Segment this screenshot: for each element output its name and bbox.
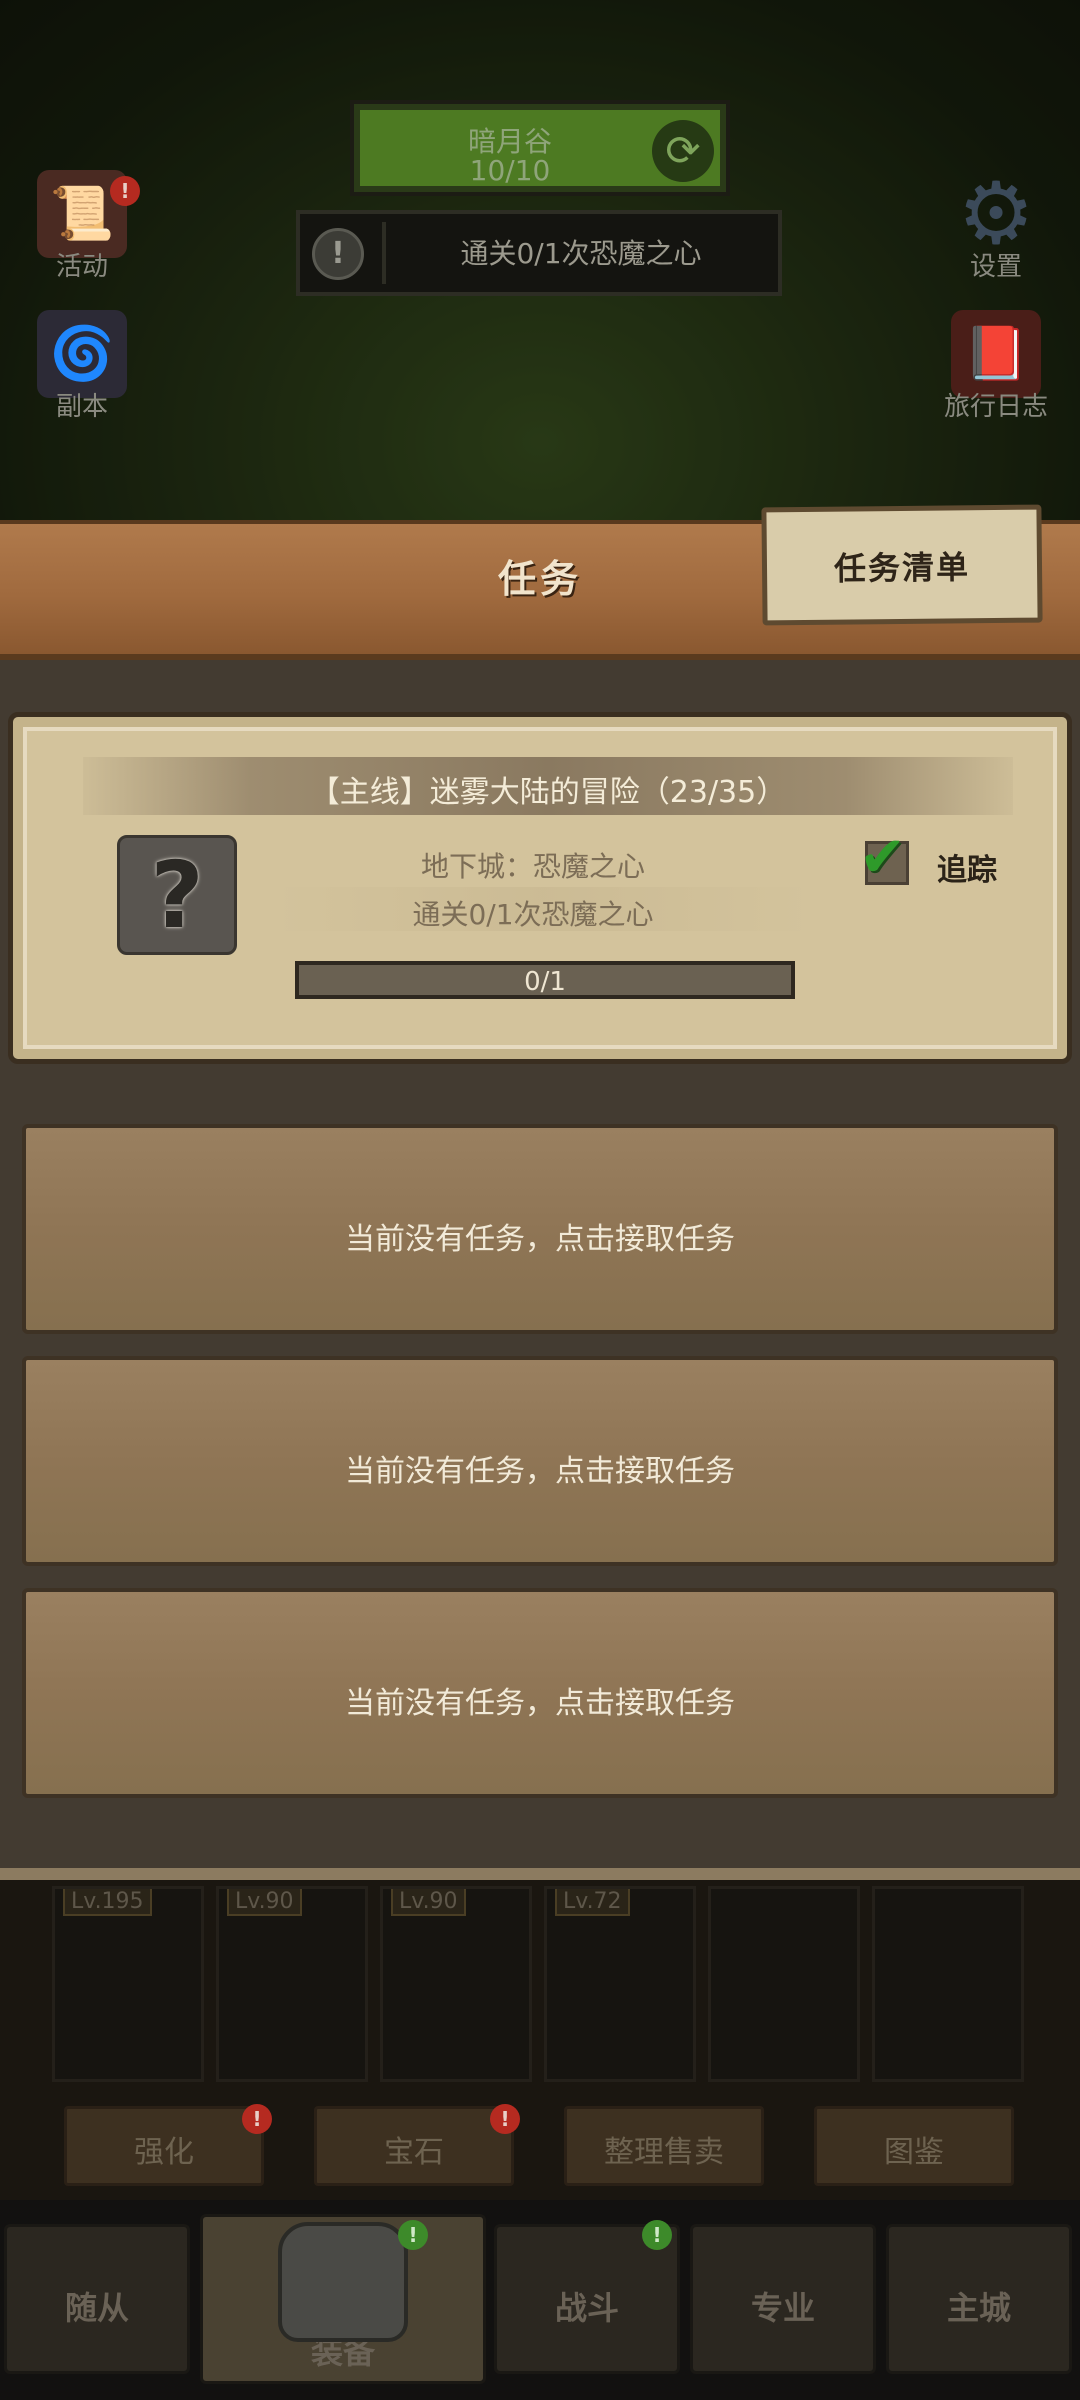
quest-dungeon-name: 地下城：恐魔之心 — [420, 850, 645, 883]
nav-tab-label: 主城 — [946, 2289, 1011, 2327]
equipment-slot[interactable]: Lv.72 — [544, 1886, 696, 2082]
codex-label: 图鉴 — [884, 2135, 944, 2170]
main-quest-title-band: 【主线】迷雾大陆的冒险（23/35） — [83, 757, 1013, 815]
nav-tab-followers[interactable]: 随从 — [4, 2224, 190, 2374]
quest-list-tab-label: 任务清单 — [833, 548, 971, 588]
empty-quest-slot[interactable]: 当前没有任务，点击接取任务 — [22, 1124, 1058, 1334]
equipment-slot[interactable]: Lv.90 — [380, 1886, 532, 2082]
sort-sell-label: 整理售卖 — [604, 2135, 724, 2170]
notification-badge: ! — [398, 2220, 428, 2250]
quest-tracker-text: 通关0/1次恐魔之心 — [460, 237, 702, 270]
enhance-button[interactable]: 强化 — [64, 2106, 264, 2186]
gear-icon: ⚙ — [957, 164, 1035, 264]
nav-tab-label: 随从 — [64, 2289, 129, 2327]
location-count: 10/10 — [469, 154, 551, 187]
notification-badge: ! — [490, 2104, 520, 2134]
armor-icon — [278, 2222, 408, 2342]
divider — [382, 222, 386, 284]
panel-bottom-edge — [0, 1868, 1080, 1880]
gem-label: 宝石 — [384, 2135, 444, 2170]
item-level: Lv.72 — [555, 1889, 630, 1916]
notification-badge: ! — [110, 176, 140, 206]
alert-icon: ! — [312, 228, 364, 280]
question-mark-icon: ? — [117, 835, 237, 955]
item-level: Lv.195 — [63, 1889, 152, 1916]
empty-quest-slot[interactable]: 当前没有任务，点击接取任务 — [22, 1588, 1058, 1798]
equipment-slot[interactable]: Lv.90 — [216, 1886, 368, 2082]
codex-button[interactable]: 图鉴 — [814, 2106, 1014, 2186]
settings-button[interactable]: ⚙ 设置 — [926, 170, 1066, 300]
empty-quest-slot[interactable]: 当前没有任务，点击接取任务 — [22, 1356, 1058, 1566]
main-quest-card[interactable]: 【主线】迷雾大陆的冒险（23/35） ? 地下城：恐魔之心 通关0/1次恐魔之心… — [8, 712, 1072, 1064]
travel-log-button[interactable]: 📕 旅行日志 — [926, 310, 1066, 440]
checkmark-icon[interactable]: ✔ — [859, 825, 906, 890]
settings-label: 设置 — [969, 252, 1022, 282]
quest-progress-text: 0/1 — [524, 967, 566, 997]
gem-button[interactable]: 宝石 — [314, 2106, 514, 2186]
quest-progress-bar: 0/1 — [295, 961, 795, 999]
quest-objective: 通关0/1次恐魔之心 — [412, 898, 654, 931]
activity-button[interactable]: 📜 活动 ! — [12, 170, 152, 300]
book-icon: 📕 — [951, 310, 1041, 398]
track-label[interactable]: 追踪 — [937, 845, 997, 889]
quest-list-tab[interactable]: 任务清单 — [761, 504, 1043, 626]
location-inner: 暗月谷 10/10 ⟳ — [360, 110, 720, 187]
equipment-slot[interactable]: Lv.195 — [52, 1886, 204, 2082]
notification-badge: ! — [242, 2104, 272, 2134]
empty-quest-text: 当前没有任务，点击接取任务 — [345, 1222, 735, 1257]
equipment-slot[interactable] — [708, 1886, 860, 2082]
nav-tab-label: 战斗 — [554, 2289, 619, 2327]
item-level: Lv.90 — [227, 1889, 302, 1916]
nav-tab-main-city[interactable]: 主城 — [886, 2224, 1072, 2374]
sort-sell-button[interactable]: 整理售卖 — [564, 2106, 764, 2186]
equipment-slot[interactable] — [872, 1886, 1024, 2082]
item-level: Lv.90 — [391, 1889, 466, 1916]
empty-quest-text: 当前没有任务，点击接取任务 — [345, 1454, 735, 1489]
quest-tracker-bar[interactable]: ! 通关0/1次恐魔之心 — [296, 210, 782, 296]
activity-label: 活动 — [55, 252, 108, 282]
nav-tab-label: 专业 — [750, 2289, 815, 2327]
dungeon-button[interactable]: 🌀 副本 — [12, 310, 152, 440]
enhance-label: 强化 — [134, 2135, 194, 2170]
travel-log-label: 旅行日志 — [943, 392, 1048, 422]
location-box[interactable]: 暗月谷 10/10 ⟳ — [350, 100, 730, 196]
main-quest-title: 【主线】迷雾大陆的冒险（23/35） — [309, 775, 787, 810]
dungeon-label: 副本 — [55, 392, 108, 422]
empty-quest-text: 当前没有任务，点击接取任务 — [345, 1686, 735, 1721]
notification-badge: ! — [642, 2220, 672, 2250]
nav-tab-profession[interactable]: 专业 — [690, 2224, 876, 2374]
portal-icon: 🌀 — [37, 310, 127, 398]
refresh-icon[interactable]: ⟳ — [652, 120, 714, 182]
